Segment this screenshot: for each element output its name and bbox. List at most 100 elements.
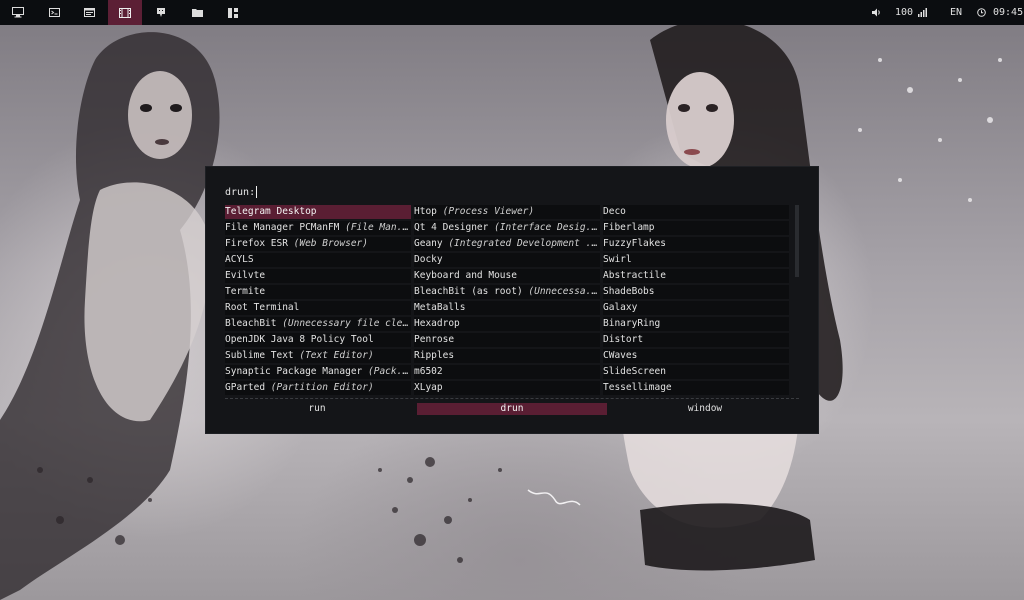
entry-name: Keyboard and Mouse [414,270,517,281]
launcher-entry[interactable]: Docky [414,253,600,267]
entry-name: ACYLS [225,254,254,265]
launcher-entry[interactable]: Firefox ESR (Web Browser) [225,237,411,251]
entry-name: Docky [414,254,443,265]
entry-name: SlideScreen [603,366,666,377]
launcher-entry[interactable]: Htop (Process Viewer) [414,205,600,219]
launcher-entry[interactable]: Sublime Text (Text Editor) [225,349,411,363]
mode-label: drun [500,403,524,414]
entry-generic-name: (Unnecessary file cle... [282,318,411,329]
entry-name: Telegram Desktop [225,206,317,217]
launcher-entry[interactable]: Distort [603,333,789,347]
entry-generic-name: (Unnecessa... [528,286,600,297]
film-icon [119,7,131,18]
entry-name: BinaryRing [603,318,661,329]
mode-label: window [687,403,723,414]
launcher-entry[interactable]: FuzzyFlakes [603,237,789,251]
entry-generic-name: (Web Browser) [293,238,368,249]
launcher-entry[interactable]: Abstractile [603,269,789,283]
launcher-entry[interactable]: Keyboard and Mouse [414,269,600,283]
clock-icon [977,8,986,17]
mode-button-run[interactable]: run [222,403,412,415]
entries-column-1: Telegram Desktop File Manager PCManFM (Fi… [225,205,411,397]
entry-name: m6502 [414,366,443,377]
mode-button-drun[interactable]: drun [417,403,607,415]
launcher-entry[interactable]: ShadeBobs [603,285,789,299]
workspace-1-button[interactable] [1,0,35,25]
launcher-entry[interactable]: GParted (Partition Editor) [225,381,411,395]
launcher-entry[interactable]: BinaryRing [603,317,789,331]
entry-name: File Manager PCManFM [225,222,346,233]
entry-name: Sublime Text [225,350,300,361]
keyboard-layout[interactable]: EN [950,0,962,25]
launcher-entry[interactable]: Telegram Desktop [225,205,411,219]
entry-name: Termite [225,286,266,297]
launcher-entry[interactable]: XLyap [414,381,600,395]
clock-time: 09:45 [993,7,1024,18]
launcher-entry[interactable]: OpenJDK Java 8 Policy Tool [225,333,411,347]
layout-icon [228,7,238,18]
entry-name: OpenJDK Java 8 Policy Tool [225,334,374,345]
launcher-entry[interactable]: Tessellimage [603,381,789,395]
launcher-entry[interactable]: Galaxy [603,301,789,315]
entry-name: FuzzyFlakes [603,238,666,249]
launcher-entry[interactable]: Swirl [603,253,789,267]
launcher-entry[interactable]: Evilvte [225,269,411,283]
entry-name: Abstractile [603,270,666,281]
launcher-entry[interactable]: ACYLS [225,253,411,267]
entry-name: GParted [225,382,271,393]
entry-name: Firefox ESR [225,238,294,249]
entry-name: Htop [414,206,443,217]
launcher-entry[interactable]: MetaBalls [414,301,600,315]
entry-name: Tessellimage [603,382,672,393]
launcher-entry[interactable]: CWaves [603,349,789,363]
app-launcher: drun: Telegram Desktop File Manager PCMan… [205,166,819,434]
launcher-entry[interactable]: Deco [603,205,789,219]
launcher-entry[interactable]: Root Terminal [225,301,411,315]
launcher-entry[interactable]: Synaptic Package Manager (Pack... [225,365,411,379]
entry-generic-name: (Partition Editor) [270,382,374,393]
entry-name: Root Terminal [225,302,300,313]
launcher-entry[interactable]: SlideScreen [603,365,789,379]
mode-button-window[interactable]: window [610,403,800,415]
launcher-entry[interactable]: Ripples [414,349,600,363]
entry-name: Geany [414,238,449,249]
volume-indicator[interactable]: 100 [872,0,928,25]
launcher-entry[interactable]: Penrose [414,333,600,347]
keyboard-layout-label: EN [950,7,963,18]
top-panel: 100 EN 09:45 [0,0,1024,25]
folder-icon [191,9,203,17]
launcher-entry[interactable]: BleachBit (Unnecessary file cle... [225,317,411,331]
launcher-entry[interactable]: File Manager PCManFM (File Man... [225,221,411,235]
launcher-input-row[interactable]: drun: [225,185,258,199]
entry-generic-name: (Process Viewer) [442,206,535,217]
launcher-entry[interactable]: Termite [225,285,411,299]
entry-name: BleachBit (as root) [414,286,529,297]
launcher-entry[interactable]: BleachBit (as root) (Unnecessa... [414,285,600,299]
workspace-5-button[interactable] [144,0,178,25]
entry-name: Deco [603,206,626,217]
workspace-7-button[interactable] [216,0,250,25]
launcher-entry[interactable]: Fiberlamp [603,221,789,235]
launcher-entry[interactable]: Qt 4 Designer (Interface Desig... [414,221,600,235]
entry-name: Ripples [414,350,455,361]
browser-icon [83,8,95,17]
launcher-entry[interactable]: m6502 [414,365,600,379]
entry-generic-name: (Pack... [368,366,411,377]
terminal-icon [48,8,60,17]
workspace-3-button[interactable] [72,0,106,25]
workspace-4-button[interactable] [108,0,142,25]
scrollbar[interactable] [795,205,799,277]
entry-name: Synaptic Package Manager [225,366,368,377]
clock[interactable]: 09:45 [977,0,1023,25]
entry-name: Penrose [414,334,455,345]
entry-generic-name: (Interface Desig... [494,222,600,233]
speaker-icon [872,8,880,17]
monitor-icon [12,7,24,18]
launcher-entry[interactable]: Hexadrop [414,317,600,331]
launcher-prompt: drun: [225,186,256,198]
entry-name: BleachBit [225,318,283,329]
workspace-6-button[interactable] [180,0,214,25]
entry-name: ShadeBobs [603,286,655,297]
workspace-2-button[interactable] [37,0,71,25]
launcher-entry[interactable]: Geany (Integrated Development ... [414,237,600,251]
